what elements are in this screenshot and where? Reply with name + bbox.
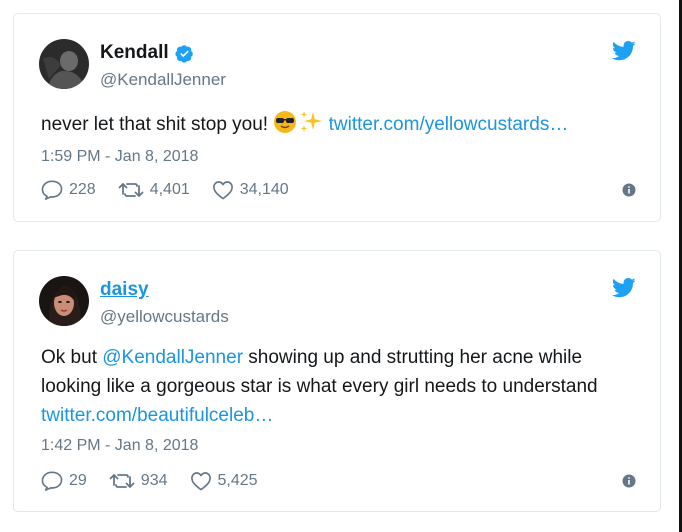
tweet-text-start: Ok but xyxy=(41,347,103,368)
display-name[interactable]: Kendall xyxy=(100,42,194,64)
like-icon xyxy=(212,181,233,200)
retweet-button[interactable]: 934 xyxy=(109,472,168,490)
tweet-card-kendall[interactable]: Kendall @KendallJenner never let that sh… xyxy=(13,13,661,222)
like-icon xyxy=(190,472,211,491)
avatar[interactable] xyxy=(39,39,89,89)
like-count: 5,425 xyxy=(217,472,258,489)
handle[interactable]: @KendallJenner xyxy=(100,70,226,90)
retweet-icon xyxy=(118,183,144,197)
action-bar: 228 4,401 34,140 xyxy=(41,180,636,200)
reply-button[interactable]: 228 xyxy=(41,180,96,200)
sparkles-emoji-icon xyxy=(300,111,323,132)
action-bar: 29 934 5,425 xyxy=(41,471,636,491)
sunglasses-emoji-icon xyxy=(274,111,297,133)
reply-count: 29 xyxy=(69,472,87,489)
reply-icon xyxy=(41,180,63,200)
reply-icon xyxy=(41,471,63,491)
info-icon[interactable] xyxy=(622,474,636,488)
display-name[interactable]: daisy xyxy=(100,279,149,301)
reply-count: 228 xyxy=(69,181,96,198)
twitter-bird-icon[interactable] xyxy=(612,278,636,298)
info-icon[interactable] xyxy=(622,183,636,197)
twitter-bird-icon[interactable] xyxy=(612,41,636,61)
tweet-link[interactable]: twitter.com/yellowcustards… xyxy=(329,114,569,135)
like-count: 34,140 xyxy=(239,181,289,198)
tweet-card-daisy[interactable]: daisy @yellowcustards Ok but @KendallJen… xyxy=(13,250,661,512)
handle[interactable]: @yellowcustards xyxy=(100,307,229,327)
retweet-icon xyxy=(109,474,135,488)
mention-link[interactable]: @KendallJenner xyxy=(102,347,243,368)
tweet-text-body: never let that shit stop you! xyxy=(41,114,274,135)
avatar[interactable] xyxy=(39,276,89,326)
like-button[interactable]: 34,140 xyxy=(212,180,289,200)
tweet-text: Ok but @KendallJenner showing up and str… xyxy=(41,343,636,430)
retweet-button[interactable]: 4,401 xyxy=(118,181,190,199)
retweet-count: 4,401 xyxy=(149,181,190,198)
tweet-text: never let that shit stop you! twitter.co… xyxy=(41,110,636,139)
tweet-link[interactable]: twitter.com/beautifulceleb… xyxy=(41,405,273,426)
timestamp[interactable]: 1:42 PM - Jan 8, 2018 xyxy=(41,437,198,455)
verified-badge-icon xyxy=(175,44,193,63)
retweet-count: 934 xyxy=(140,472,168,489)
reply-button[interactable]: 29 xyxy=(41,471,87,491)
display-name-text[interactable]: Kendall xyxy=(100,42,169,64)
timestamp[interactable]: 1:59 PM - Jan 8, 2018 xyxy=(41,148,198,166)
like-button[interactable]: 5,425 xyxy=(190,471,258,491)
